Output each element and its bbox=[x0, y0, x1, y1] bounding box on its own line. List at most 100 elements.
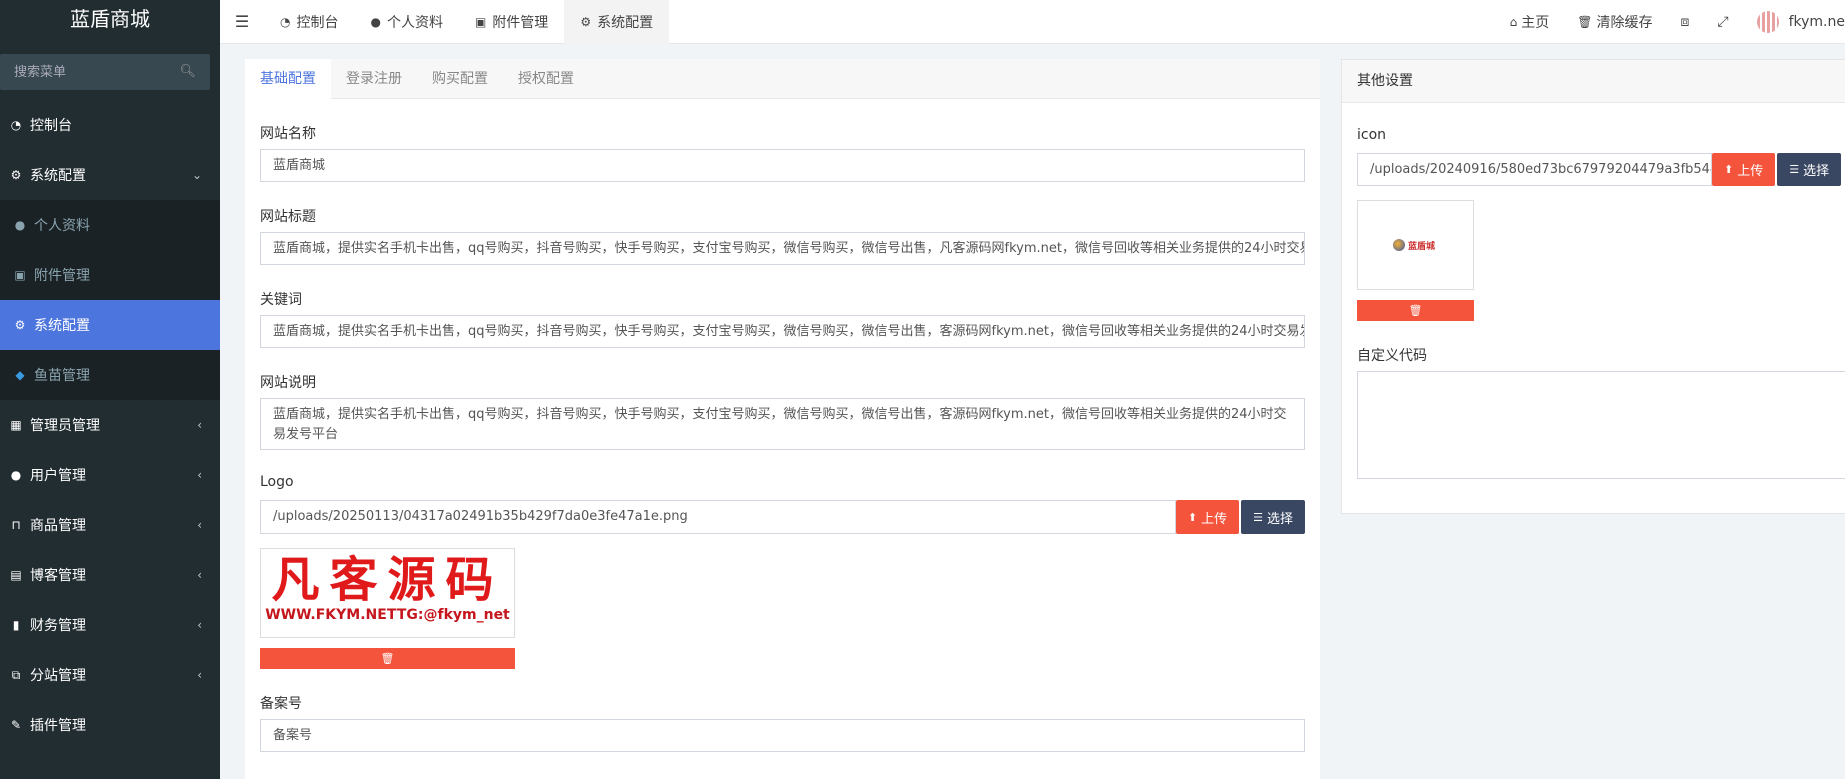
icon-path-input[interactable]: /uploads/20240916/580ed73bc67979204479a3… bbox=[1357, 153, 1712, 186]
tab-license[interactable]: 授权配置 bbox=[503, 59, 589, 98]
image-icon: ▣ bbox=[474, 14, 487, 29]
chevron-down-icon: ⌄ bbox=[191, 168, 202, 182]
site-name-input[interactable]: 蓝盾商城 bbox=[260, 149, 1305, 182]
user-menu[interactable]: fkym.ne bbox=[1743, 11, 1845, 33]
clone-icon: ⧉ bbox=[11, 667, 21, 682]
tab-purchase[interactable]: 购买配置 bbox=[417, 59, 503, 98]
sidebar-submenu: ● 个人资料 ▣ 附件管理 ⚙ 系统配置 ◆ 鱼苗管理 bbox=[0, 200, 220, 400]
other-settings-panel: 其他设置 icon /uploads/20240916/580ed73bc679… bbox=[1341, 59, 1845, 514]
custom-code-textarea[interactable] bbox=[1357, 371, 1845, 479]
logo-image-tg: TG:@fkym_net bbox=[396, 607, 510, 623]
basic-config-form: 网站名称 蓝盾商城 网站标题 蓝盾商城，提供实名手机卡出售，qq号购买，抖音号购… bbox=[245, 123, 1320, 752]
config-tabs: 基础配置 登录注册 购买配置 授权配置 bbox=[245, 59, 1320, 99]
icon-preview-text: 蓝盾城 bbox=[1408, 241, 1436, 252]
site-title-label: 网站标题 bbox=[260, 209, 316, 225]
home-link[interactable]: ⌂ 主页 bbox=[1496, 12, 1564, 32]
user-icon: ● bbox=[10, 468, 22, 482]
keywords-input[interactable]: 蓝盾商城，提供实名手机卡出售，qq号购买，抖音号购买，快手号购买，支付宝号购买，… bbox=[260, 315, 1305, 348]
brand-logo[interactable]: 蓝盾商城 bbox=[0, 0, 220, 40]
menu-toggle-icon[interactable]: ☰ bbox=[220, 12, 264, 31]
windows-icon: ▦ bbox=[10, 418, 22, 432]
chevron-left-icon: ‹ bbox=[197, 568, 202, 582]
sidebar-item-system-config-group[interactable]: ⚙ 系统配置 ⌄ bbox=[0, 150, 220, 200]
sidebar-item-label: 附件管理 bbox=[34, 268, 90, 284]
icon-input-group: /uploads/20240916/580ed73bc67979204479a3… bbox=[1357, 153, 1845, 186]
sidebar-item-blog[interactable]: ▤ 博客管理 ‹ bbox=[0, 550, 220, 600]
chevron-left-icon: ‹ bbox=[197, 668, 202, 682]
logo-image-url: WWW.FKYM.NET bbox=[265, 607, 397, 623]
clear-cache-label: 清除缓存 bbox=[1596, 15, 1653, 31]
logo-upload-button[interactable]: ⬆ 上传 bbox=[1175, 500, 1240, 534]
icon-choose-button[interactable]: ☰ 选择 bbox=[1777, 153, 1842, 186]
tab-profile[interactable]: ● 个人资料 bbox=[354, 0, 458, 44]
sidebar-item-label: 管理员管理 bbox=[30, 418, 100, 434]
other-settings-body: icon /uploads/20240916/580ed73bc67979204… bbox=[1342, 127, 1845, 479]
cogs-icon: ⚙ bbox=[10, 168, 22, 182]
tab-basic[interactable]: 基础配置 bbox=[245, 59, 331, 99]
icon-upload-button[interactable]: ⬆ 上传 bbox=[1712, 153, 1776, 186]
icon-label: icon bbox=[1357, 127, 1387, 143]
sidebar-item-substations[interactable]: ⧉ 分站管理 ‹ bbox=[0, 650, 220, 700]
sidebar-item-users[interactable]: ● 用户管理 ‹ bbox=[0, 450, 220, 500]
tab-attachments[interactable]: ▣ 附件管理 bbox=[459, 0, 564, 44]
clear-cache-button[interactable]: 🗑︎ 清除缓存 bbox=[1563, 12, 1666, 32]
choose-label: 选择 bbox=[1803, 164, 1830, 179]
sidebar-item-plugins[interactable]: ✎ 插件管理 bbox=[0, 700, 220, 750]
logo-choose-button[interactable]: ☰ 选择 bbox=[1241, 500, 1305, 534]
icp-input[interactable]: 备案号 bbox=[260, 719, 1305, 752]
sidebar-item-label: 财务管理 bbox=[30, 618, 86, 634]
other-settings-title: 其他设置 bbox=[1342, 60, 1845, 103]
plug-icon: ✎ bbox=[10, 718, 22, 732]
avatar bbox=[1756, 11, 1779, 33]
chevron-left-icon: ‹ bbox=[197, 468, 202, 482]
search-icon[interactable]: 🔍︎ bbox=[179, 64, 196, 79]
sidebar-item-goods[interactable]: ⊓ 商品管理 ‹ bbox=[0, 500, 220, 550]
fullscreen-button[interactable]: ⤢ bbox=[1703, 14, 1742, 30]
top-navbar: ☰ ◔ 控制台 ● 个人资料 ▣ 附件管理 ⚙ 系统配置 ⌂ 主页 🗑︎ 清除缓… bbox=[220, 0, 1845, 44]
home-icon: ⌂ bbox=[1509, 15, 1518, 29]
bookmark-icon: ▮ bbox=[12, 618, 20, 632]
site-title-input[interactable]: 蓝盾商城，提供实名手机卡出售，qq号购买，抖音号购买，快手号购买，支付宝号购买，… bbox=[260, 232, 1305, 265]
tab-label: 控制台 bbox=[296, 14, 339, 31]
logo-path-input[interactable]: /uploads/20250113/04317a02491b35b429f7da… bbox=[260, 500, 1176, 534]
tab-dashboard[interactable]: ◔ 控制台 bbox=[264, 0, 354, 44]
dashboard-icon: ◔ bbox=[10, 118, 22, 132]
chevron-left-icon: ‹ bbox=[197, 618, 202, 632]
site-name-label: 网站名称 bbox=[260, 126, 316, 142]
sidebar-item-finance[interactable]: ▮ 财务管理 ‹ bbox=[0, 600, 220, 650]
home-label: 主页 bbox=[1521, 15, 1550, 31]
logo-preview-image: 凡客源码 WWW.FKYM.NET TG:@fkym_net bbox=[265, 553, 510, 633]
gear-icon: ⚙ bbox=[580, 14, 592, 29]
translate-icon: ⧈ bbox=[1680, 14, 1690, 30]
upload-label: 上传 bbox=[1737, 164, 1764, 179]
fullscreen-icon: ⤢ bbox=[1717, 14, 1729, 30]
icon-logo-mark bbox=[1393, 239, 1405, 251]
tab-system-config[interactable]: ⚙ 系统配置 bbox=[564, 0, 670, 44]
sidebar-item-fish[interactable]: ◆ 鱼苗管理 bbox=[0, 350, 220, 400]
logo-image-title: 凡客源码 bbox=[271, 552, 504, 608]
logo-preview: 凡客源码 WWW.FKYM.NET TG:@fkym_net bbox=[260, 548, 515, 638]
description-textarea[interactable]: 蓝盾商城，提供实名手机卡出售，qq号购买，抖音号购买，快手号购买，支付宝号购买，… bbox=[260, 398, 1305, 450]
upload-icon: ⬆ bbox=[1724, 163, 1734, 176]
logo-label: Logo bbox=[260, 474, 294, 490]
sidebar-item-system-config[interactable]: ⚙ 系统配置 bbox=[0, 300, 220, 350]
sidebar-item-admins[interactable]: ▦ 管理员管理 ‹ bbox=[0, 400, 220, 450]
sidebar-item-attachments[interactable]: ▣ 附件管理 bbox=[0, 250, 220, 300]
trash-icon: 🗑︎ bbox=[380, 652, 395, 665]
menu-search: 🔍︎ bbox=[0, 54, 210, 90]
language-toggle[interactable]: ⧈ bbox=[1666, 14, 1703, 30]
chevron-left-icon: ‹ bbox=[197, 418, 202, 432]
fish-icon: ◆ bbox=[15, 368, 25, 382]
sidebar-item-label: 个人资料 bbox=[34, 218, 90, 234]
tab-label: 个人资料 bbox=[386, 14, 443, 31]
icon-delete-button[interactable]: 🗑︎ bbox=[1357, 300, 1474, 321]
sidebar-item-label: 系统配置 bbox=[30, 168, 86, 184]
logo-delete-button[interactable]: 🗑︎ bbox=[260, 648, 515, 669]
tab-login-register[interactable]: 登录注册 bbox=[331, 59, 417, 98]
sidebar-item-profile[interactable]: ● 个人资料 bbox=[0, 200, 220, 250]
trash-icon: 🗑︎ bbox=[1408, 304, 1423, 317]
sidebar-item-label: 博客管理 bbox=[30, 568, 86, 584]
upload-icon: ⬆ bbox=[1187, 510, 1198, 524]
sidebar-item-dashboard[interactable]: ◔ 控制台 bbox=[0, 100, 220, 150]
sidebar-item-label: 插件管理 bbox=[30, 718, 86, 734]
